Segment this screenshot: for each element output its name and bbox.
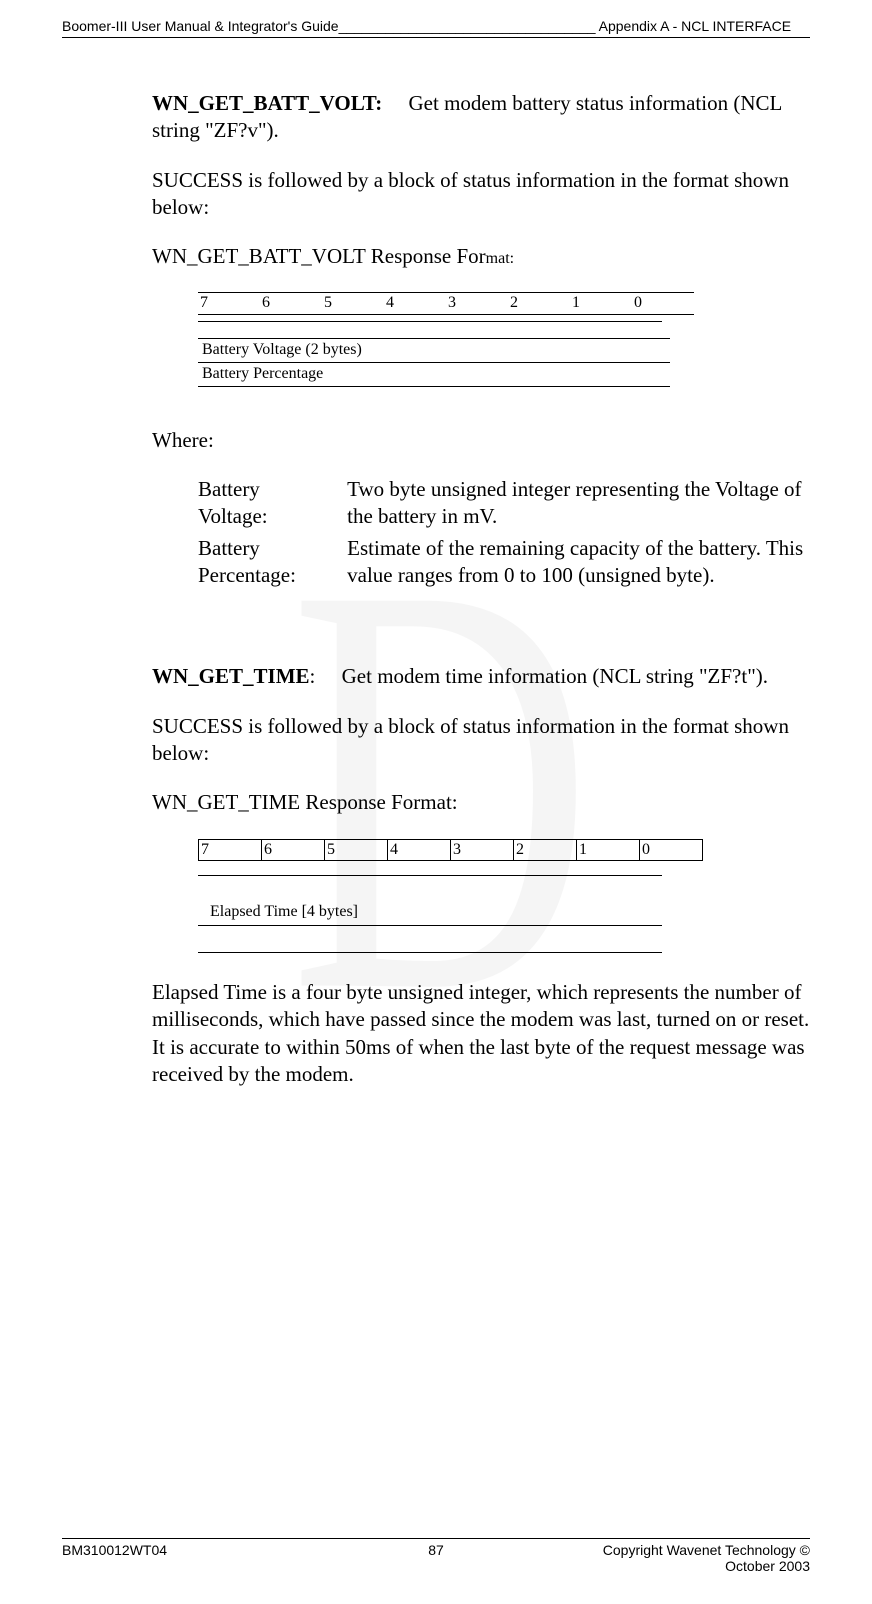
page-header: Boomer-III User Manual & Integrator's Gu… bbox=[62, 18, 810, 38]
bit-cell: 2 bbox=[508, 293, 570, 315]
bit-cell: 4 bbox=[388, 839, 451, 861]
field-batt-voltage: Battery Voltage (2 bytes) bbox=[198, 338, 670, 363]
definitions-batt: Battery Voltage: Two byte unsigned integ… bbox=[198, 476, 810, 593]
field-batt-percentage: Battery Percentage bbox=[198, 363, 670, 387]
section-wn-get-time: WN_GET_TIME: Get modem time information … bbox=[152, 663, 810, 690]
def-text-percentage: Estimate of the remaining capacity of th… bbox=[347, 535, 810, 594]
cmd-name-time: WN_GET_TIME bbox=[152, 664, 310, 688]
bit-cell: 3 bbox=[446, 293, 508, 315]
footer-left: BM310012WT04 bbox=[62, 1542, 311, 1574]
where-label: Where: bbox=[152, 427, 810, 454]
success-text-batt: SUCCESS is followed by a block of status… bbox=[152, 167, 810, 222]
footer-page-number: 87 bbox=[311, 1542, 560, 1574]
bit-cell: 0 bbox=[640, 839, 703, 861]
table-row: 7 6 5 4 3 2 1 0 bbox=[199, 839, 703, 861]
elapsed-para: Elapsed Time is a four byte unsigned int… bbox=[152, 979, 810, 1088]
def-label-percentage: Battery Percentage: bbox=[198, 535, 347, 594]
def-label-voltage: Battery Voltage: bbox=[198, 476, 347, 535]
bit-cell: 7 bbox=[199, 839, 262, 861]
cmd-desc-time: Get modem time information (NCL string "… bbox=[342, 664, 768, 688]
bit-cell: 0 bbox=[632, 293, 694, 315]
section-wn-get-batt-volt: WN_GET_BATT_VOLT: Get modem battery stat… bbox=[152, 90, 810, 145]
bit-header-table-batt: 7 6 5 4 3 2 1 0 bbox=[198, 292, 694, 315]
bit-header-table-time: 7 6 5 4 3 2 1 0 bbox=[198, 839, 703, 862]
field-elapsed-time: Elapsed Time [4 bytes] bbox=[210, 902, 810, 923]
table-row: 7 6 5 4 3 2 1 0 bbox=[198, 293, 694, 315]
bit-cell: 1 bbox=[577, 839, 640, 861]
table-blank-row bbox=[198, 321, 662, 338]
bit-cell: 2 bbox=[514, 839, 577, 861]
bit-cell: 6 bbox=[262, 839, 325, 861]
footer-copyright: Copyright Wavenet Technology © October 2… bbox=[561, 1542, 810, 1574]
resp-format-time: WN_GET_TIME Response Format: bbox=[152, 789, 810, 816]
header-text: Boomer-III User Manual & Integrator's Gu… bbox=[62, 18, 791, 34]
bit-cell: 4 bbox=[384, 293, 446, 315]
bit-cell: 1 bbox=[570, 293, 632, 315]
bit-cell: 6 bbox=[260, 293, 322, 315]
bit-cell: 7 bbox=[198, 293, 260, 315]
page-footer: BM310012WT04 87 Copyright Wavenet Techno… bbox=[62, 1538, 810, 1574]
success-text-time: SUCCESS is followed by a block of status… bbox=[152, 713, 810, 768]
resp-format-batt: WN_GET_BATT_VOLT Response Format: bbox=[152, 243, 810, 270]
bit-cell: 5 bbox=[322, 293, 384, 315]
bit-cell: 5 bbox=[325, 839, 388, 861]
bit-cell: 3 bbox=[451, 839, 514, 861]
cmd-name-batt: WN_GET_BATT_VOLT: bbox=[152, 91, 382, 115]
def-text-voltage: Two byte unsigned integer representing t… bbox=[347, 476, 810, 535]
